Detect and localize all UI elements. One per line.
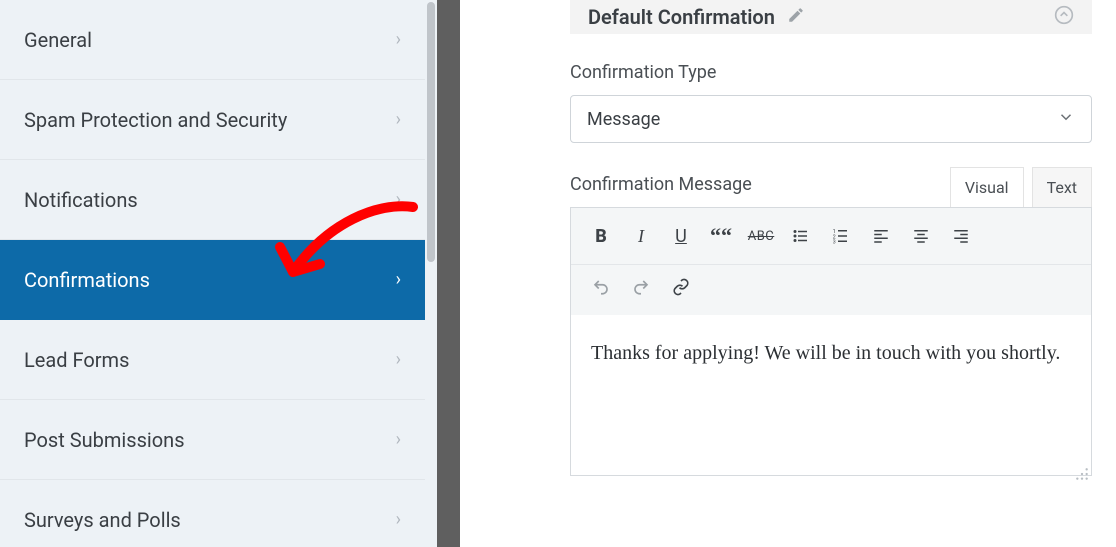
sidebar-scrollbar[interactable] (425, 0, 437, 547)
sidebar-item-notifications[interactable]: Notifications › (0, 160, 425, 240)
sidebar-item-confirmations[interactable]: Confirmations › (0, 240, 425, 320)
sidebar-item-label: Surveys and Polls (24, 508, 181, 532)
settings-sidebar: General › Spam Protection and Security ›… (0, 0, 425, 547)
sidebar-item-general[interactable]: General › (0, 0, 425, 80)
sidebar-item-label: Confirmations (24, 268, 150, 292)
chevron-right-icon: › (396, 429, 401, 450)
confirmation-panel: Default Confirmation Confirmation Type M… (570, 0, 1116, 547)
resize-grip-icon[interactable] (1075, 459, 1089, 473)
sidebar-item-label: Notifications (24, 188, 138, 212)
sidebar-item-label: Post Submissions (24, 428, 185, 452)
pencil-icon[interactable] (787, 5, 805, 29)
redo-icon[interactable] (623, 269, 659, 305)
strikethrough-icon[interactable]: ABC (743, 218, 779, 254)
select-value: Message (587, 109, 660, 130)
chevron-right-icon: › (396, 269, 401, 290)
collapse-icon[interactable] (1054, 5, 1074, 30)
align-left-icon[interactable] (863, 218, 899, 254)
sidebar-item-label: Spam Protection and Security (24, 108, 287, 132)
rich-text-editor: B I U ““ ABC 123 (570, 207, 1092, 476)
sidebar-item-post-submissions[interactable]: Post Submissions › (0, 400, 425, 480)
bold-icon[interactable]: B (583, 218, 619, 254)
blockquote-icon[interactable]: ““ (703, 218, 739, 254)
confirmation-type-label: Confirmation Type (570, 62, 1092, 83)
scrollbar-thumb[interactable] (427, 2, 435, 262)
sidebar-item-label: Lead Forms (24, 348, 129, 372)
message-textarea[interactable]: Thanks for applying! We will be in touch… (571, 315, 1091, 475)
chevron-right-icon: › (396, 189, 401, 210)
editor-toolbar-row2 (571, 265, 1091, 315)
link-icon[interactable] (663, 269, 699, 305)
undo-icon[interactable] (583, 269, 619, 305)
message-content: Thanks for applying! We will be in touch… (591, 342, 1060, 364)
chevron-down-icon (1057, 108, 1075, 131)
editor-toolbar: B I U ““ ABC 123 (571, 208, 1091, 265)
sidebar-item-surveys-polls[interactable]: Surveys and Polls › (0, 480, 425, 547)
chevron-right-icon: › (396, 509, 401, 530)
svg-text:3: 3 (833, 240, 836, 246)
chevron-right-icon: › (396, 29, 401, 50)
tab-visual[interactable]: Visual (950, 167, 1024, 207)
confirmation-message-label: Confirmation Message (570, 174, 752, 195)
confirmation-type-select[interactable]: Message (570, 95, 1092, 143)
italic-icon[interactable]: I (623, 218, 659, 254)
chevron-right-icon: › (396, 109, 401, 130)
align-right-icon[interactable] (943, 218, 979, 254)
align-center-icon[interactable] (903, 218, 939, 254)
sidebar-item-label: General (24, 28, 92, 52)
tab-text[interactable]: Text (1032, 167, 1092, 207)
underline-icon[interactable]: U (663, 218, 699, 254)
editor-tabs: Visual Text (950, 167, 1092, 207)
panel-title: Default Confirmation (588, 5, 775, 29)
numbered-list-icon[interactable]: 123 (823, 218, 859, 254)
sidebar-item-lead-forms[interactable]: Lead Forms › (0, 320, 425, 400)
divider-strip (437, 0, 460, 547)
bullet-list-icon[interactable] (783, 218, 819, 254)
sidebar-item-spam-protection[interactable]: Spam Protection and Security › (0, 80, 425, 160)
chevron-right-icon: › (396, 349, 401, 370)
panel-header: Default Confirmation (570, 0, 1092, 34)
